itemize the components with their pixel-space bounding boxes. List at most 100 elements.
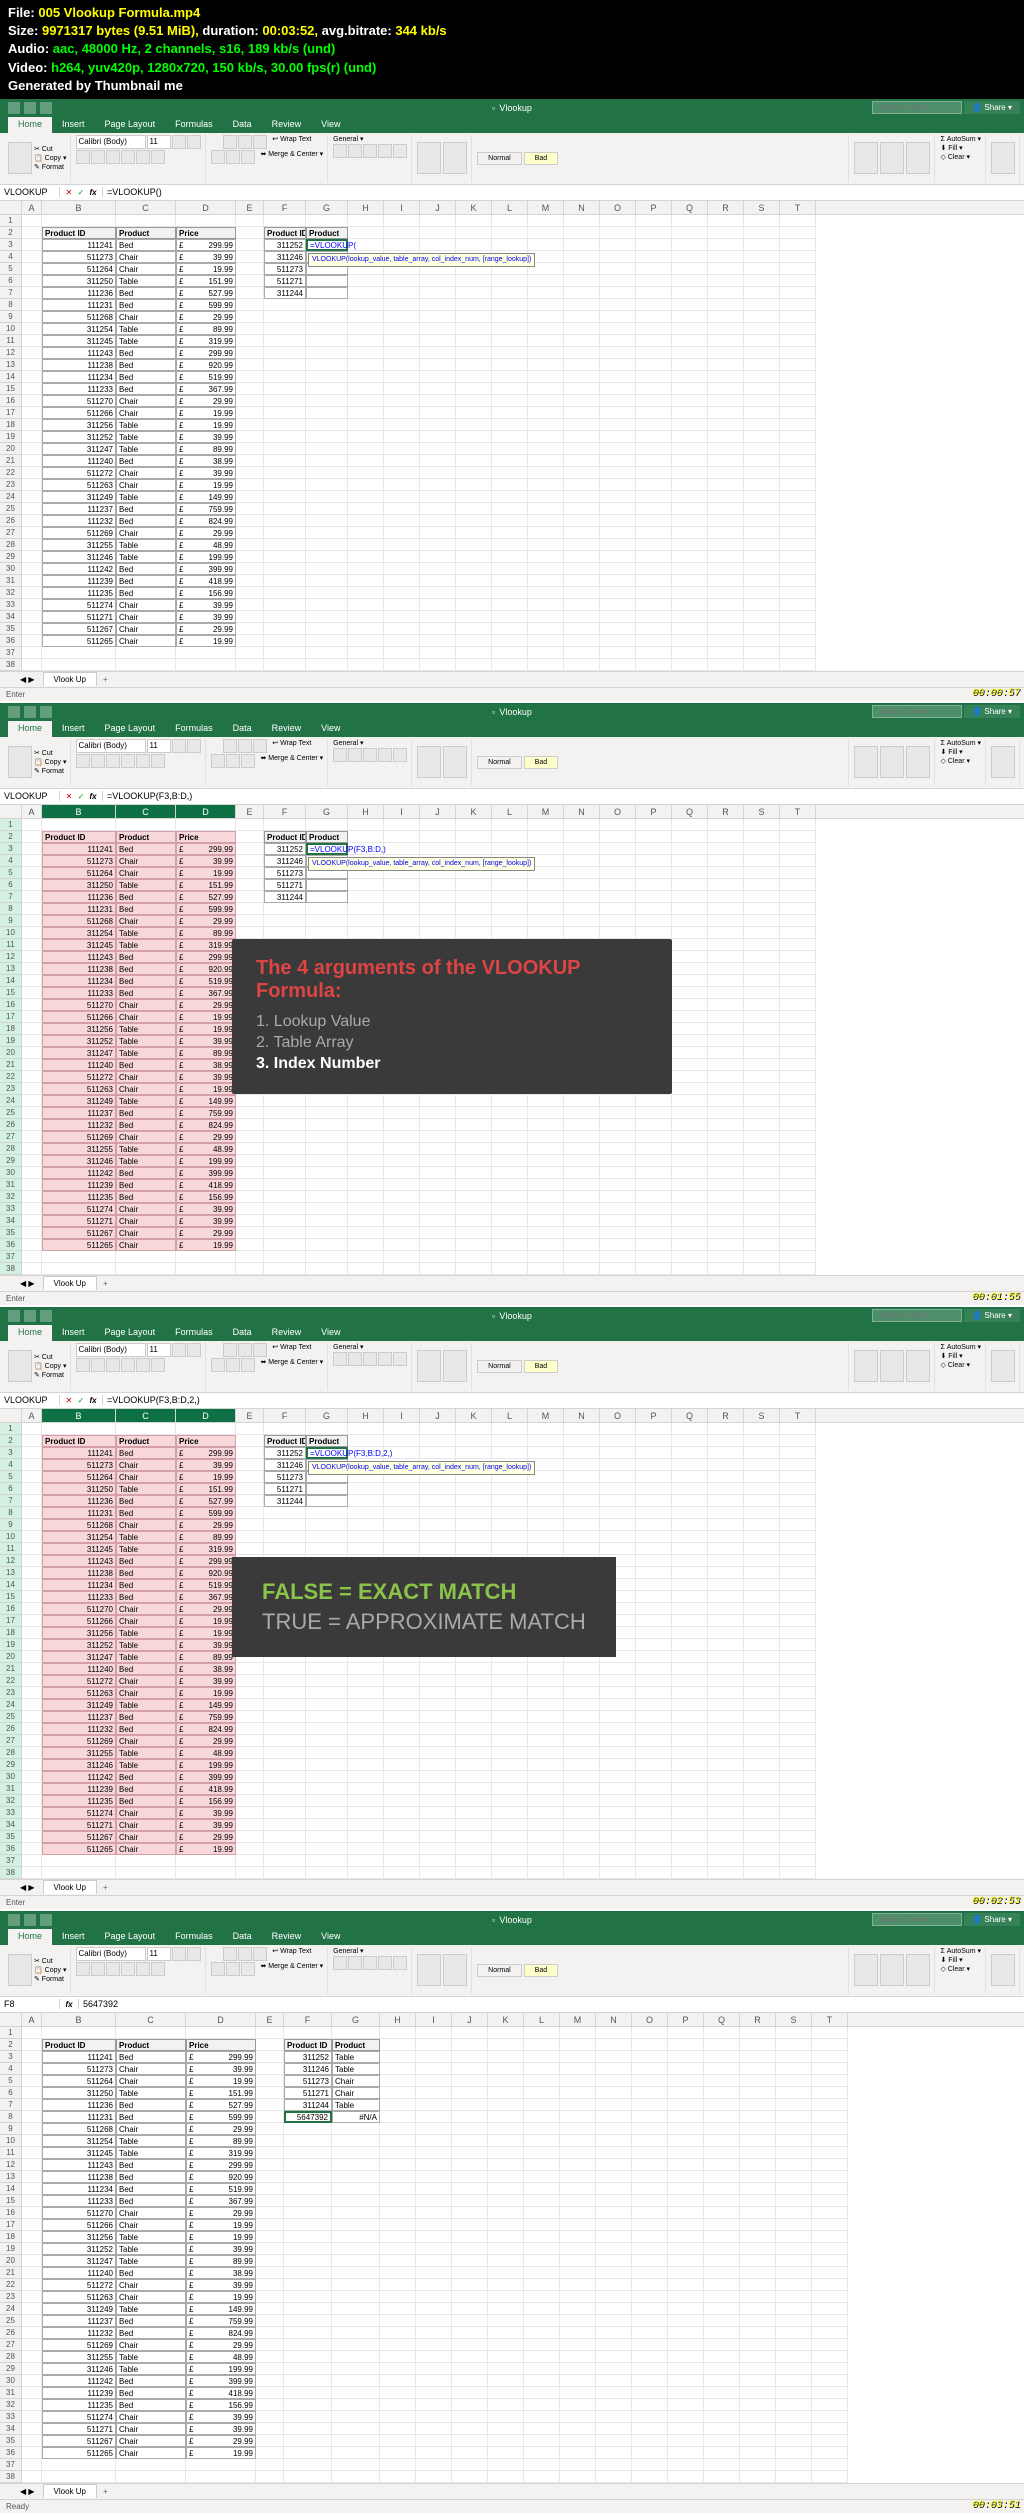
font-selector[interactable] bbox=[76, 135, 146, 149]
row-header-26[interactable]: 26 bbox=[0, 1119, 22, 1131]
increase-font-icon[interactable] bbox=[172, 135, 186, 149]
data-cell[interactable]: 311255 bbox=[42, 539, 116, 551]
row-header-36[interactable]: 36 bbox=[0, 635, 22, 647]
data-cell[interactable]: Table bbox=[116, 1543, 176, 1555]
data-cell[interactable]: Chair bbox=[116, 1843, 176, 1855]
data-cell[interactable]: £156.99 bbox=[176, 587, 236, 599]
data-cell[interactable]: 511270 bbox=[42, 2207, 116, 2219]
row-header-14[interactable]: 14 bbox=[0, 371, 22, 383]
data-cell[interactable]: £19.99 bbox=[176, 1083, 236, 1095]
data-cell[interactable]: £759.99 bbox=[176, 1711, 236, 1723]
cell-style-bad[interactable]: Bad bbox=[524, 756, 558, 769]
data-cell[interactable]: 511265 bbox=[42, 1843, 116, 1855]
data-cell[interactable]: Chair bbox=[116, 467, 176, 479]
data-cell[interactable]: 311250 bbox=[42, 1483, 116, 1495]
row-header-13[interactable]: 13 bbox=[0, 2171, 22, 2183]
lookup-result-cell[interactable] bbox=[306, 891, 348, 903]
sort-filter-button[interactable] bbox=[991, 746, 1015, 778]
data-cell[interactable]: £48.99 bbox=[176, 1747, 236, 1759]
data-cell[interactable]: £89.99 bbox=[176, 323, 236, 335]
row-header-3[interactable]: 3 bbox=[0, 2051, 22, 2063]
row-header-29[interactable]: 29 bbox=[0, 2363, 22, 2375]
bold-icon[interactable] bbox=[76, 754, 90, 768]
data-cell[interactable]: 111243 bbox=[42, 951, 116, 963]
row-header-13[interactable]: 13 bbox=[0, 1567, 22, 1579]
data-cell[interactable]: Bed bbox=[116, 2111, 186, 2123]
align-top-icon[interactable] bbox=[223, 1343, 237, 1357]
col-header-M[interactable]: M bbox=[560, 2013, 596, 2026]
data-cell[interactable]: £319.99 bbox=[176, 1543, 236, 1555]
row-header-19[interactable]: 19 bbox=[0, 2243, 22, 2255]
data-cell[interactable]: Chair bbox=[116, 1687, 176, 1699]
lookup-id-cell[interactable]: 311246 bbox=[284, 2063, 332, 2075]
row-header-31[interactable]: 31 bbox=[0, 575, 22, 587]
col-header-D[interactable]: D bbox=[176, 805, 236, 818]
data-cell[interactable]: 111233 bbox=[42, 1591, 116, 1603]
data-cell[interactable]: 511272 bbox=[42, 2279, 116, 2291]
data-cell[interactable]: Bed bbox=[116, 903, 176, 915]
data-cell[interactable]: £519.99 bbox=[176, 371, 236, 383]
col-header-Q[interactable]: Q bbox=[672, 1409, 708, 1422]
row-header-24[interactable]: 24 bbox=[0, 2303, 22, 2315]
percent-icon[interactable] bbox=[348, 1352, 362, 1366]
format-table-button[interactable] bbox=[443, 142, 467, 174]
row-header-21[interactable]: 21 bbox=[0, 455, 22, 467]
data-cell[interactable]: Chair bbox=[116, 1603, 176, 1615]
data-cell[interactable]: £519.99 bbox=[186, 2183, 256, 2195]
data-cell[interactable]: Chair bbox=[116, 1519, 176, 1531]
row-header-7[interactable]: 7 bbox=[0, 2099, 22, 2111]
header-price[interactable]: Price bbox=[176, 1435, 236, 1447]
cell-style-normal[interactable]: Normal bbox=[477, 1360, 522, 1373]
data-cell[interactable]: Table bbox=[116, 2243, 186, 2255]
data-cell[interactable]: Table bbox=[116, 1531, 176, 1543]
lookup-id-cell[interactable]: 311244 bbox=[264, 891, 306, 903]
data-cell[interactable]: Chair bbox=[116, 527, 176, 539]
data-cell[interactable]: Table bbox=[116, 2363, 186, 2375]
data-cell[interactable]: 111238 bbox=[42, 2171, 116, 2183]
row-header-29[interactable]: 29 bbox=[0, 551, 22, 563]
row-header-15[interactable]: 15 bbox=[0, 987, 22, 999]
data-cell[interactable]: £367.99 bbox=[176, 383, 236, 395]
data-cell[interactable]: 111240 bbox=[42, 1663, 116, 1675]
row-header-15[interactable]: 15 bbox=[0, 383, 22, 395]
ribbon-tab-review[interactable]: Review bbox=[262, 117, 312, 133]
col-header-R[interactable]: R bbox=[740, 2013, 776, 2026]
data-cell[interactable]: Chair bbox=[116, 251, 176, 263]
data-cell[interactable]: £29.99 bbox=[176, 1131, 236, 1143]
data-cell[interactable]: 111236 bbox=[42, 1495, 116, 1507]
data-cell[interactable]: £299.99 bbox=[176, 843, 236, 855]
row-header-32[interactable]: 32 bbox=[0, 1795, 22, 1807]
ribbon-tab-view[interactable]: View bbox=[311, 1325, 350, 1341]
data-cell[interactable]: £29.99 bbox=[186, 2207, 256, 2219]
delete-button[interactable] bbox=[880, 1954, 904, 1986]
data-cell[interactable]: £89.99 bbox=[186, 2255, 256, 2267]
row-header-16[interactable]: 16 bbox=[0, 2207, 22, 2219]
fx-icon[interactable]: fx bbox=[88, 791, 98, 801]
formula-input[interactable]: 5647392 bbox=[79, 1999, 1024, 2009]
data-cell[interactable]: Bed bbox=[116, 1591, 176, 1603]
fx-icon[interactable]: fx bbox=[88, 1395, 98, 1405]
data-cell[interactable]: 311256 bbox=[42, 419, 116, 431]
col-header-E[interactable]: E bbox=[236, 805, 264, 818]
row-header-36[interactable]: 36 bbox=[0, 1239, 22, 1251]
underline-icon[interactable] bbox=[106, 1358, 120, 1372]
fill-button[interactable]: ⬇ Fill ▾ bbox=[940, 1352, 962, 1360]
underline-icon[interactable] bbox=[106, 1962, 120, 1976]
row-header-25[interactable]: 25 bbox=[0, 503, 22, 515]
align-right-icon[interactable] bbox=[241, 150, 255, 164]
data-cell[interactable]: Table bbox=[116, 275, 176, 287]
row-header-35[interactable]: 35 bbox=[0, 1831, 22, 1843]
data-cell[interactable]: 511271 bbox=[42, 2423, 116, 2435]
formula-input[interactable]: =VLOOKUP(F3,B:D,) bbox=[103, 791, 1024, 801]
font-color-icon[interactable] bbox=[151, 1358, 165, 1372]
col-header-J[interactable]: J bbox=[452, 2013, 488, 2026]
row-header-27[interactable]: 27 bbox=[0, 1131, 22, 1143]
border-icon[interactable] bbox=[121, 150, 135, 164]
share-button[interactable]: 👤 Share ▾ bbox=[964, 101, 1020, 114]
data-cell[interactable]: £156.99 bbox=[186, 2399, 256, 2411]
lookup-result-cell[interactable]: Table bbox=[332, 2051, 380, 2063]
decimal-inc-icon[interactable] bbox=[378, 1352, 392, 1366]
data-cell[interactable]: Bed bbox=[116, 299, 176, 311]
decimal-dec-icon[interactable] bbox=[393, 748, 407, 762]
data-cell[interactable]: 511266 bbox=[42, 407, 116, 419]
